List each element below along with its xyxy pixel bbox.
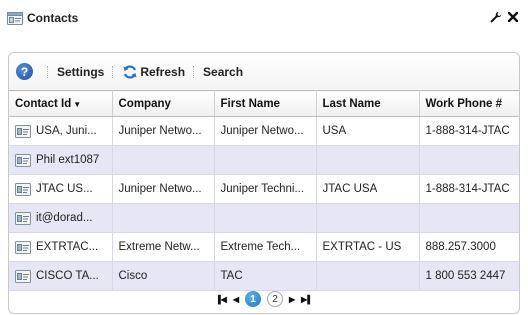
- table-cell: 1-888-314-JTAC: [419, 174, 519, 204]
- table-cell: [316, 145, 420, 175]
- settings-button[interactable]: Settings: [57, 65, 104, 79]
- table-cell: [419, 203, 519, 233]
- table-cell: USA: [316, 116, 420, 146]
- contact-card-icon: [15, 269, 31, 283]
- last-page-icon[interactable]: ▶▌: [301, 295, 313, 304]
- portlet-title: Contacts: [27, 11, 79, 25]
- table-row[interactable]: it@dorad...: [9, 203, 519, 233]
- table-cell: 888.257.3000: [419, 232, 519, 262]
- toolbar: ? Settings Refresh Search: [9, 53, 519, 90]
- refresh-button[interactable]: Refresh: [122, 64, 185, 80]
- contact-id-cell: USA, Juni...: [15, 124, 106, 138]
- column-header-first-name[interactable]: First Name: [214, 90, 317, 117]
- contact-card-icon: [15, 182, 31, 196]
- pagination: ▐◀ ◀ 1 2 ▶ ▶▌: [9, 285, 519, 313]
- column-header-work-phone[interactable]: Work Phone #: [419, 90, 519, 117]
- table-cell: Juniper Netwo...: [112, 116, 215, 146]
- contact-card-icon: [15, 124, 31, 138]
- table-row[interactable]: USA, Juni... Juniper Netwo... Juniper Netw…: [9, 116, 519, 146]
- sort-desc-icon: ▼: [73, 99, 82, 109]
- table-cell: [112, 203, 215, 233]
- wrench-icon[interactable]: [490, 11, 502, 25]
- contact-id-cell: CISCO TA...: [15, 269, 106, 283]
- table-cell: [112, 145, 215, 175]
- help-icon[interactable]: ?: [16, 63, 33, 80]
- contact-id-text: EXTRTAC...: [36, 241, 99, 253]
- contact-id-text: USA, Juni...: [36, 125, 97, 137]
- contacts-panel: ? Settings Refresh Search Contact Id ▼ C…: [8, 52, 520, 314]
- contact-id-text: it@dorad...: [36, 212, 93, 224]
- contact-card-icon: [15, 240, 31, 254]
- table-cell: Juniper Techni...: [214, 174, 317, 204]
- table-row[interactable]: EXTRTAC... Extreme Netw... Extreme Tech...…: [9, 232, 519, 262]
- contact-id-text: Phil ext1087: [36, 154, 100, 166]
- table-header-row: Contact Id ▼ Company First Name Last Name…: [9, 90, 519, 117]
- portlet-tools: [490, 11, 519, 25]
- contact-card-icon: [15, 211, 31, 225]
- contact-id-text: CISCO TA...: [36, 270, 99, 282]
- table-cell: it@dorad...: [9, 203, 113, 233]
- column-header-company[interactable]: Company: [112, 90, 215, 117]
- next-page-icon[interactable]: ▶: [289, 295, 295, 304]
- table-cell: JTAC USA: [316, 174, 420, 204]
- contact-id-cell: Phil ext1087: [15, 153, 106, 167]
- table-cell: Juniper Netwo...: [214, 116, 317, 146]
- table-cell: [419, 145, 519, 175]
- table-cell: Extreme Tech...: [214, 232, 317, 262]
- column-header-contact-id[interactable]: Contact Id ▼: [9, 90, 113, 117]
- table-cell: EXTRTAC - US: [316, 232, 420, 262]
- table-cell: [316, 203, 420, 233]
- refresh-icon: [122, 64, 138, 80]
- close-icon[interactable]: [507, 11, 519, 24]
- table-cell: EXTRTAC...: [9, 232, 113, 262]
- search-button[interactable]: Search: [203, 65, 243, 79]
- page-2-button[interactable]: 2: [267, 291, 283, 307]
- table-cell: Phil ext1087: [9, 145, 113, 175]
- table-cell: Juniper Netwo...: [112, 174, 215, 204]
- contact-id-cell: JTAC US...: [15, 182, 106, 196]
- table-cell: 1-888-314-JTAC: [419, 116, 519, 146]
- toolbar-separator: [47, 65, 49, 78]
- contact-id-cell: EXTRTAC...: [15, 240, 106, 254]
- prev-page-icon[interactable]: ◀: [233, 295, 239, 304]
- table-cell: [214, 145, 317, 175]
- contacts-table: Contact Id ▼ Company First Name Last Name…: [9, 90, 519, 291]
- contacts-icon: [7, 11, 23, 25]
- toolbar-separator: [193, 65, 195, 78]
- table-cell: USA, Juni...: [9, 116, 113, 146]
- table-cell: JTAC US...: [9, 174, 113, 204]
- table-row[interactable]: Phil ext1087: [9, 145, 519, 175]
- column-header-last-name[interactable]: Last Name: [316, 90, 420, 117]
- table-cell: [214, 203, 317, 233]
- portlet-header: Contacts: [0, 0, 528, 36]
- contact-id-text: JTAC US...: [36, 183, 93, 195]
- first-page-icon[interactable]: ▐◀: [215, 295, 227, 304]
- table-cell: Extreme Netw...: [112, 232, 215, 262]
- refresh-label: Refresh: [140, 64, 186, 79]
- contact-card-icon: [15, 153, 31, 167]
- table-row[interactable]: JTAC US... Juniper Netwo... Juniper Techni…: [9, 174, 519, 204]
- toolbar-separator: [112, 65, 114, 78]
- page-1-button[interactable]: 1: [245, 291, 261, 307]
- contact-id-cell: it@dorad...: [15, 211, 106, 225]
